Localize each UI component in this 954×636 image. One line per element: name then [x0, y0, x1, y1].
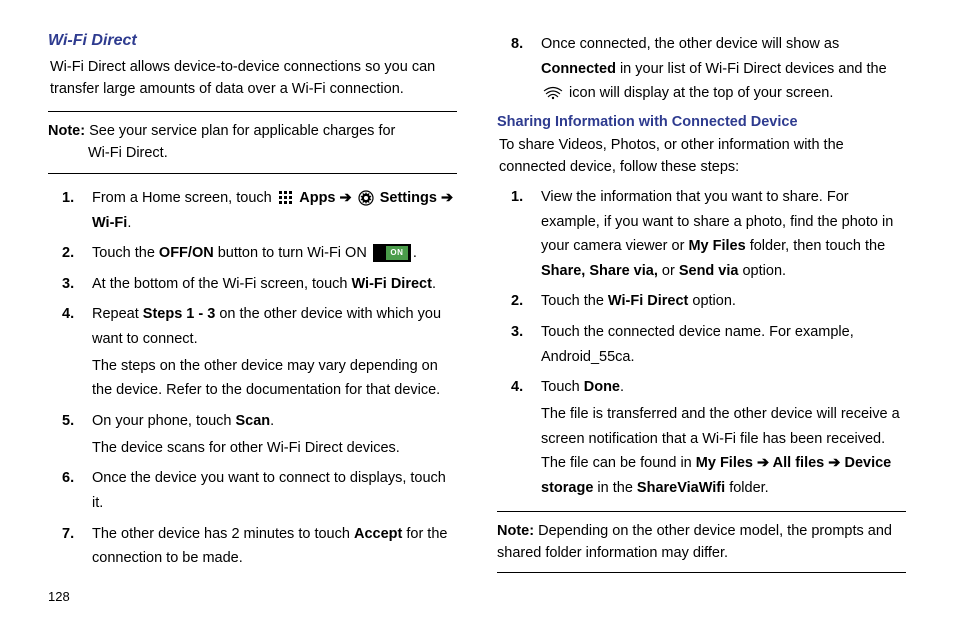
intro-text: Wi-Fi Direct allows device-to-device con… [50, 56, 457, 101]
step-1: From a Home screen, touch Apps ➔ Setting… [62, 186, 457, 235]
note-text-right: Depending on the other device model, the… [497, 523, 892, 561]
step-4-sub: The steps on the other device may vary d… [92, 354, 457, 403]
left-column: Wi-Fi Direct Wi-Fi Direct allows device-… [48, 32, 457, 604]
note-box-right: Note: Depending on the other device mode… [497, 511, 906, 574]
note-line2: Wi-Fi Direct. [88, 142, 457, 164]
note-line1: See your service plan for applicable cha… [85, 123, 395, 139]
share-intro: To share Videos, Photos, or other inform… [499, 134, 906, 179]
steps-list-share: View the information that you want to sh… [511, 185, 906, 501]
note-label: Note: [48, 123, 85, 139]
subheading: Sharing Information with Connected Devic… [497, 114, 906, 130]
page-number: 128 [48, 589, 457, 604]
wifi-direct-icon [543, 86, 563, 100]
steps-list-right-continued: Once connected, the other device will sh… [511, 32, 906, 106]
on-switch-icon [373, 244, 411, 262]
page-columns: Wi-Fi Direct Wi-Fi Direct allows device-… [48, 32, 906, 604]
settings-icon [358, 190, 374, 206]
step-5-sub: The device scans for other Wi-Fi Direct … [92, 436, 457, 461]
share-step-1: View the information that you want to sh… [511, 185, 906, 284]
share-step-2: Touch the Wi-Fi Direct option. [511, 289, 906, 314]
step-3: At the bottom of the Wi-Fi screen, touch… [62, 272, 457, 297]
step-2: Touch the OFF/ON button to turn Wi-Fi ON… [62, 241, 457, 266]
share-step-3: Touch the connected device name. For exa… [511, 320, 906, 369]
steps-list-left: From a Home screen, touch Apps ➔ Setting… [62, 186, 457, 571]
note-box: Note: See your service plan for applicab… [48, 111, 457, 174]
step-7: The other device has 2 minutes to touch … [62, 522, 457, 571]
step-6: Once the device you want to connect to d… [62, 466, 457, 515]
right-column: Once connected, the other device will sh… [497, 32, 906, 604]
step-4: Repeat Steps 1 - 3 on the other device w… [62, 302, 457, 403]
share-step-4-sub: The file is transferred and the other de… [541, 402, 906, 501]
section-title: Wi-Fi Direct [48, 32, 457, 50]
apps-icon [278, 190, 294, 206]
step-5: On your phone, touch Scan. The device sc… [62, 409, 457, 460]
step-8: Once connected, the other device will sh… [511, 32, 906, 106]
share-step-4: Touch Done. The file is transferred and … [511, 375, 906, 500]
note-label-right: Note: [497, 523, 534, 539]
